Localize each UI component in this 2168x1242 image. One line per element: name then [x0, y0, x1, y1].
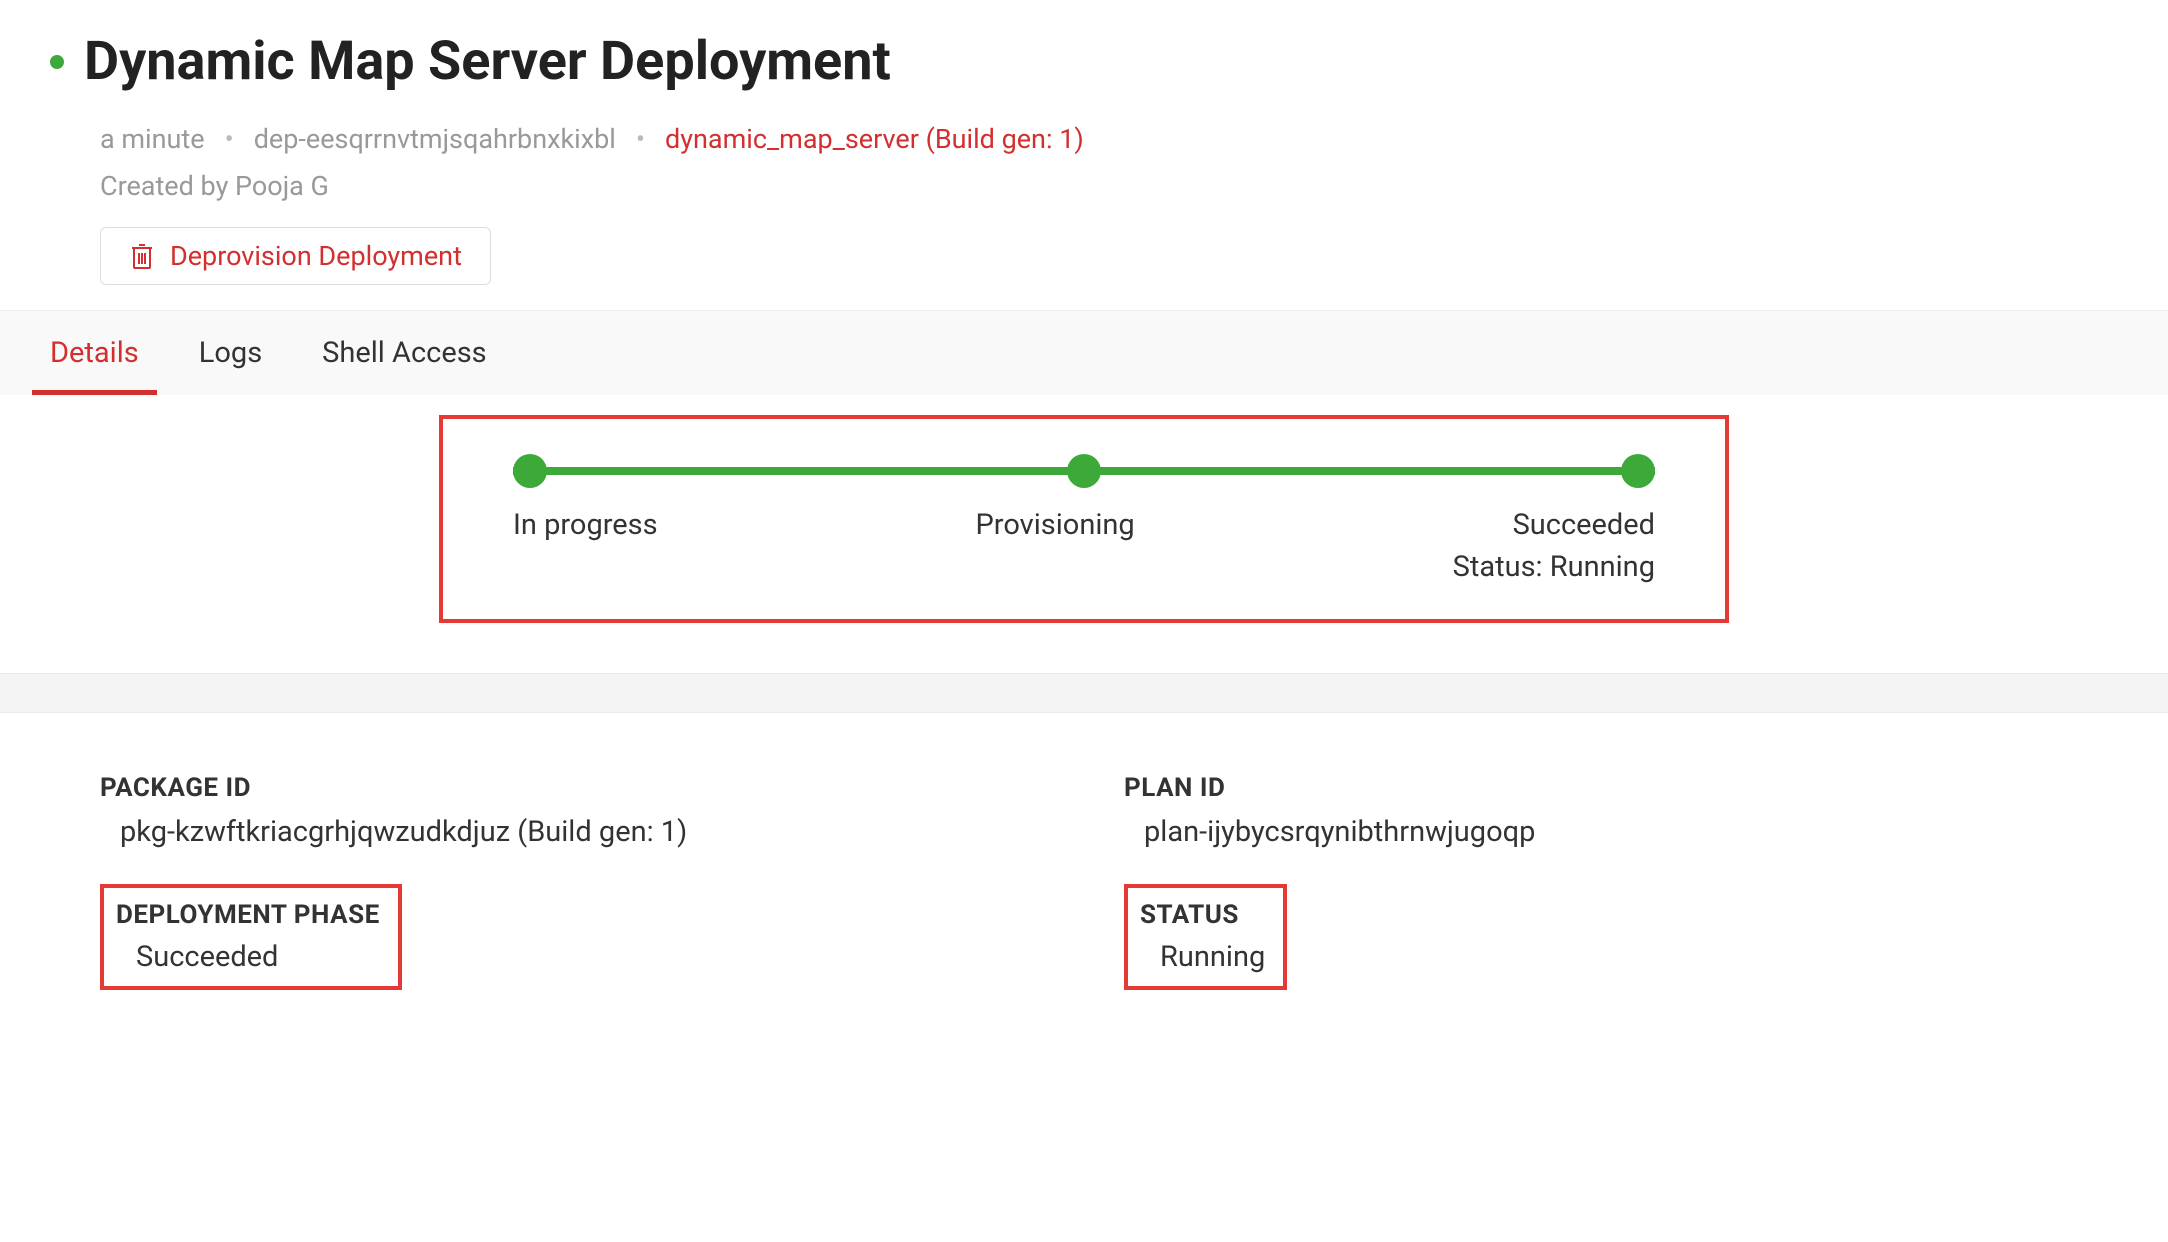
detail-value-deployment-phase: Succeeded — [116, 940, 380, 974]
tab-shell-access[interactable]: Shell Access — [322, 311, 486, 395]
meta-created-by: Created by Pooja G — [100, 170, 2118, 202]
detail-status: STATUS Running — [1124, 884, 1287, 990]
progress-step-in-progress: In progress — [513, 508, 658, 542]
detail-package-id: PACKAGE ID pkg-kzwftkriacgrhjqwzudkdjuz … — [100, 773, 1044, 849]
detail-label: DEPLOYMENT PHASE — [116, 900, 380, 930]
progress-step-succeeded: Succeeded — [1453, 508, 1655, 542]
progress-step-label: Provisioning — [976, 508, 1135, 584]
trash-icon — [129, 242, 155, 270]
detail-value-plan-id: plan-ijybycsrqynibthrnwjugoqp — [1124, 815, 2068, 849]
meta-build-link[interactable]: dynamic_map_server (Build gen: 1) — [665, 123, 1084, 155]
meta-deployment-id: dep-eesqrrnvtmjsqahrbnxkixbl — [254, 123, 616, 155]
deprovision-button-label: Deprovision Deployment — [170, 240, 462, 272]
progress-step-label: Succeeded Status: Running — [1453, 508, 1655, 584]
tabs: Details Logs Shell Access — [0, 310, 2168, 395]
detail-value-status: Running — [1140, 940, 1265, 974]
page-title: Dynamic Map Server Deployment — [84, 30, 891, 93]
tab-logs[interactable]: Logs — [199, 311, 262, 395]
status-dot-icon — [50, 55, 64, 69]
detail-label: STATUS — [1140, 900, 1265, 930]
section-divider — [0, 673, 2168, 713]
progress-node-icon — [1621, 454, 1655, 488]
deprovision-button[interactable]: Deprovision Deployment — [100, 227, 491, 285]
progress-step-provisioning: Provisioning — [976, 508, 1135, 542]
progress-step-label: In progress — [513, 508, 658, 584]
meta-separator: • — [636, 123, 645, 155]
detail-label: PLAN ID — [1124, 773, 2068, 803]
detail-label: PACKAGE ID — [100, 773, 1044, 803]
progress-node-icon — [1067, 454, 1101, 488]
meta-time: a minute — [100, 123, 205, 155]
detail-deployment-phase: DEPLOYMENT PHASE Succeeded — [100, 884, 402, 990]
tab-details[interactable]: Details — [50, 311, 139, 395]
detail-value-package-id: pkg-kzwftkriacgrhjqwzudkdjuz (Build gen:… — [100, 815, 1044, 849]
detail-plan-id: PLAN ID plan-ijybycsrqynibthrnwjugoqp — [1124, 773, 2068, 849]
progress-node-icon — [513, 454, 547, 488]
progress-status-text: Status: Running — [1453, 550, 1655, 584]
meta-separator: • — [225, 123, 234, 155]
progress-panel: In progress Provisioning Succeeded Statu… — [439, 415, 1729, 623]
